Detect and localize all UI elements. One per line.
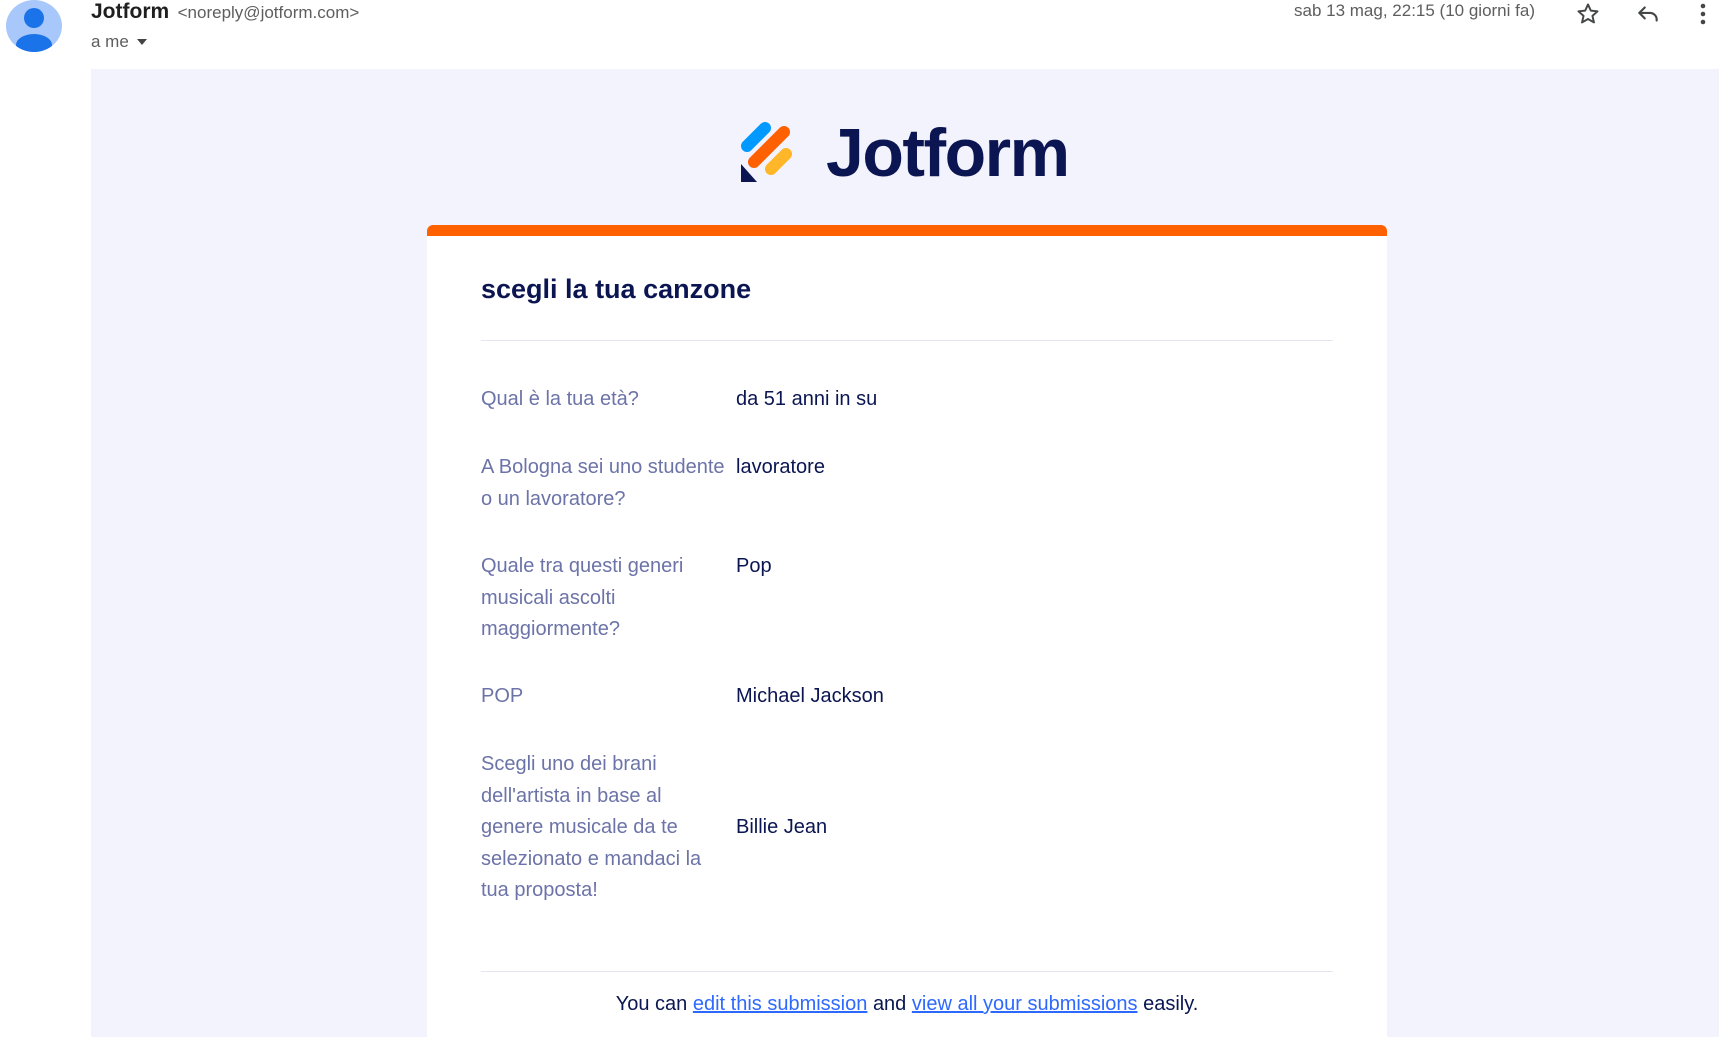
answer-value: Pop	[736, 555, 772, 577]
footer-middle: and	[872, 993, 907, 1015]
submission-footer-note: You can edit this submission and view al…	[427, 993, 1387, 1016]
footer-divider	[481, 971, 1333, 972]
more-options-button[interactable]	[1688, 0, 1718, 28]
footer-prefix: You can	[615, 993, 688, 1015]
jotform-logo: Jotform	[738, 115, 1070, 191]
answer-value: da 51 anni in su	[736, 388, 878, 410]
sender-name[interactable]: Jotform	[91, 0, 169, 23]
star-icon	[1577, 3, 1599, 24]
edit-submission-link[interactable]: edit this submission	[693, 993, 868, 1015]
answer-value: Billie Jean	[736, 816, 828, 838]
question-label: POP	[481, 685, 524, 707]
question-label: Quale tra questi generi musicali ascolti…	[481, 555, 684, 640]
form-title: scegli la tua canzone	[481, 274, 752, 304]
sender-line: Jotform <noreply@jotform.com>	[91, 0, 359, 26]
star-button[interactable]	[1570, 0, 1606, 28]
title-divider	[481, 340, 1333, 341]
reply-button[interactable]	[1630, 0, 1666, 28]
sender-avatar[interactable]	[6, 0, 62, 52]
jotform-logo-icon	[741, 122, 792, 182]
more-vert-icon	[1700, 3, 1706, 25]
question-label: Scegli uno dei brani dell'artista in bas…	[481, 753, 702, 901]
caret-down-icon	[136, 39, 147, 45]
answer-value: Michael Jackson	[736, 685, 884, 707]
answer-value: lavoratore	[736, 456, 825, 478]
recipient-details-toggle[interactable]: a me	[91, 32, 147, 52]
question-label: A Bologna sei uno studente o un lavorato…	[481, 456, 725, 510]
question-label: Qual è la tua età?	[481, 388, 639, 410]
person-icon	[16, 8, 52, 52]
message-date: sab 13 mag, 22:15 (10 giorni fa)	[1294, 1, 1535, 20]
footer-suffix: easily.	[1137, 993, 1199, 1015]
recipient-label: a me	[91, 32, 129, 51]
view-submissions-link[interactable]: view all your submissions	[912, 993, 1138, 1015]
submission-card: scegli la tua canzone Qual è la tua età?…	[427, 225, 1387, 1037]
sender-email: <noreply@jotform.com>	[177, 3, 360, 22]
reply-icon	[1638, 6, 1658, 22]
jotform-wordmark: Jotform	[826, 115, 1070, 191]
